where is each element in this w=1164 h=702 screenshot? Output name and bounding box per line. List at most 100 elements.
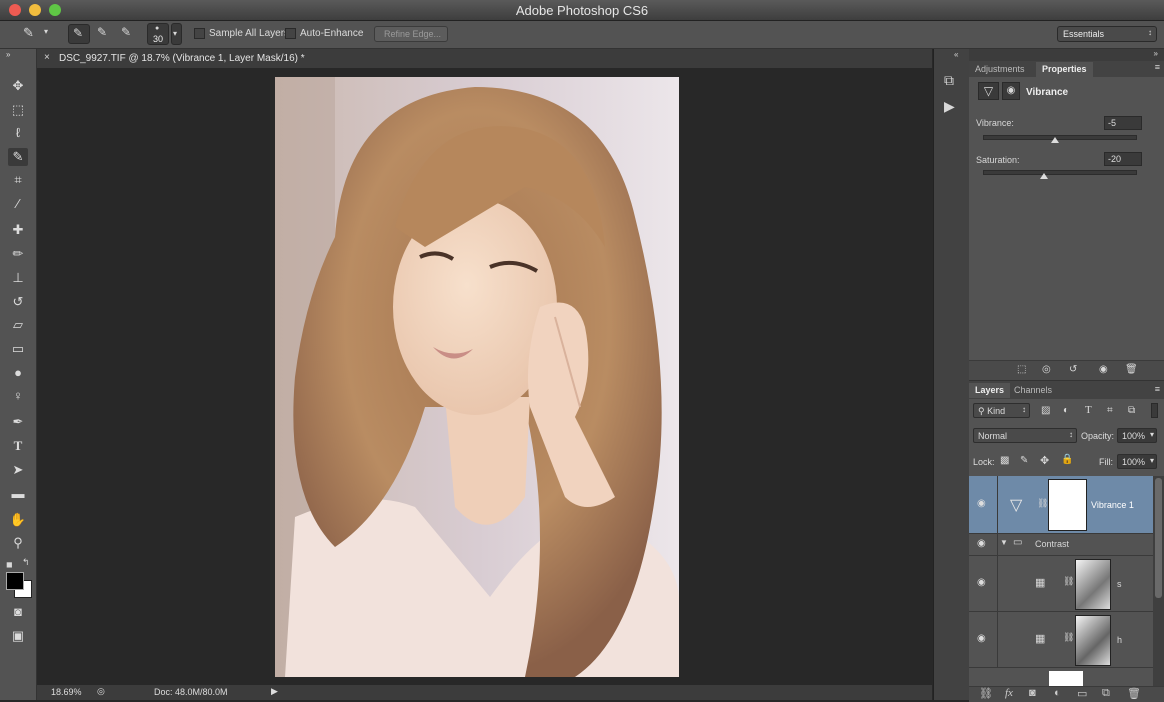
reset-icon[interactable]: ↺ (1069, 364, 1077, 375)
layers-scrollbar[interactable] (1153, 476, 1164, 687)
chain-link-icon[interactable]: ⛓ (1063, 576, 1074, 587)
refine-edge-button[interactable]: Refine Edge... (374, 26, 448, 42)
layer-name[interactable]: s (1117, 579, 1122, 589)
tab-properties[interactable]: Properties (1036, 62, 1093, 77)
visibility-eye-icon[interactable]: ◉ (977, 498, 986, 509)
new-layer-icon[interactable]: ⧉ (1102, 687, 1110, 700)
vibrance-slider[interactable] (983, 135, 1137, 140)
saturation-slider-thumb[interactable] (1039, 173, 1048, 179)
layer-name[interactable]: h (1117, 635, 1122, 645)
visibility-eye-icon[interactable]: ◉ (977, 633, 986, 644)
quick-selection-tool-icon[interactable]: ✎ (8, 148, 28, 166)
history-panel-icon[interactable]: ⧉ (944, 72, 954, 89)
actions-play-icon[interactable]: ▶ (944, 98, 955, 115)
layer-thumbnail[interactable] (1049, 671, 1083, 686)
vibrance-input[interactable]: -5 (1104, 116, 1142, 130)
quick-mask-icon[interactable]: ◙ (8, 603, 28, 621)
filter-toggle[interactable] (1151, 403, 1158, 418)
add-mask-icon[interactable]: ◙ (1029, 687, 1036, 699)
visibility-eye-icon[interactable]: ◉ (977, 538, 986, 549)
clone-stamp-tool-icon[interactable]: ⊥ (8, 269, 28, 287)
brush-tool-icon[interactable]: ✏ (8, 245, 28, 263)
scrollbar-thumb[interactable] (1155, 478, 1162, 598)
new-group-icon[interactable]: ▭ (1077, 687, 1087, 700)
layer-row-vibrance[interactable]: ◉ ▽ ⛓ Vibrance 1 (969, 476, 1153, 534)
panel-menu-icon[interactable]: ≡ (1155, 62, 1160, 72)
tab-adjustments[interactable]: Adjustments (969, 62, 1031, 77)
type-tool-icon[interactable]: T (8, 437, 28, 455)
chain-link-icon[interactable]: ⛓ (1037, 498, 1048, 509)
new-adjustment-icon[interactable]: ◐ (1054, 687, 1061, 699)
brush-size-dropdown[interactable]: ▾ (171, 23, 182, 45)
layer-row-s[interactable]: ◉ ▦ ⛓ s (969, 556, 1153, 612)
layer-style-fx-icon[interactable]: fx (1005, 687, 1013, 699)
tool-preset-picker[interactable]: ✎ ▾ (20, 24, 54, 44)
status-info-icon[interactable]: ◎ (97, 686, 105, 697)
tab-layers[interactable]: Layers (969, 383, 1011, 398)
lock-image-icon[interactable]: ✎ (1020, 455, 1028, 466)
screen-mode-icon[interactable]: ▣ (8, 627, 28, 645)
trash-icon[interactable]: 🗑 (1127, 687, 1141, 700)
layer-mask-thumbnail[interactable] (1075, 559, 1111, 610)
fill-input[interactable]: 100% ▾ (1117, 454, 1157, 469)
lock-all-icon[interactable]: 🔒 (1061, 454, 1073, 465)
history-brush-tool-icon[interactable]: ↺ (8, 293, 28, 311)
gradient-tool-icon[interactable]: ▭ (8, 340, 28, 358)
photo-canvas[interactable] (275, 77, 679, 677)
sample-all-layers-checkbox[interactable] (194, 28, 205, 39)
rectangle-tool-icon[interactable]: ▬ (8, 485, 28, 503)
status-menu-arrow-icon[interactable]: ▶ (271, 686, 278, 697)
zoom-tool-icon[interactable]: ⚲ (8, 534, 28, 552)
zoom-level[interactable]: 18.69% (51, 687, 82, 697)
saturation-slider[interactable] (983, 170, 1137, 175)
blur-tool-icon[interactable]: ● (8, 364, 28, 382)
layer-name[interactable]: Vibrance 1 (1091, 500, 1134, 510)
link-layers-icon[interactable]: ⛓ (979, 687, 993, 700)
filter-smart-object-icon[interactable]: ⧉ (1128, 405, 1135, 416)
view-previous-icon[interactable]: ◎ (1042, 364, 1051, 375)
close-document-icon[interactable]: × (44, 52, 50, 63)
layer-filter-kind[interactable]: ⚲ Kind ↕ (973, 403, 1030, 418)
disclosure-triangle-icon[interactable]: ▼ (1000, 538, 1008, 547)
chain-link-icon[interactable]: ⛓ (1063, 632, 1074, 643)
brush-size-picker[interactable]: ● 30 (147, 23, 169, 45)
blend-mode-select[interactable]: Normal ↕ (973, 428, 1077, 443)
workspace-switcher[interactable]: Essentials ↕ (1057, 26, 1157, 42)
visibility-eye-icon[interactable]: ◉ (1099, 364, 1108, 375)
document-tab[interactable]: × DSC_9927.TIF @ 18.7% (Vibrance 1, Laye… (37, 49, 932, 69)
auto-enhance-checkbox[interactable] (285, 28, 296, 39)
layer-name[interactable]: Contrast (1035, 539, 1069, 549)
canvas-area[interactable] (37, 68, 932, 685)
new-selection-button[interactable]: ✎ (68, 24, 90, 44)
tab-channels[interactable]: Channels (1008, 383, 1058, 398)
move-tool-icon[interactable]: ✥ (8, 77, 28, 95)
collapse-arrows-icon[interactable]: » (6, 50, 10, 59)
collapse-arrows-icon[interactable]: » (1154, 49, 1158, 58)
layer-mask-thumbnail[interactable] (1075, 615, 1111, 666)
layer-row-contrast-group[interactable]: ◉ ▼ ▭ Contrast (969, 534, 1153, 556)
mask-icon[interactable]: ◉ (1002, 82, 1020, 100)
vibrance-slider-thumb[interactable] (1051, 137, 1060, 143)
eyedropper-tool-icon[interactable]: ⁄ (8, 195, 28, 213)
lasso-tool-icon[interactable]: ℓ (8, 124, 28, 142)
dodge-tool-icon[interactable]: ♀ (8, 387, 28, 405)
eraser-tool-icon[interactable]: ▱ (8, 316, 28, 334)
lock-position-icon[interactable]: ✥ (1040, 454, 1049, 467)
layer-row-h[interactable]: ◉ ▦ ⛓ h (969, 612, 1153, 668)
pen-tool-icon[interactable]: ✒ (8, 413, 28, 431)
trash-icon[interactable]: 🗑 (1125, 364, 1138, 375)
path-selection-tool-icon[interactable]: ➤ (8, 461, 28, 479)
filter-pixel-icon[interactable]: ▨ (1041, 405, 1050, 416)
healing-brush-tool-icon[interactable]: ✚ (8, 221, 28, 239)
default-colors-icon[interactable]: ◼ (6, 560, 13, 569)
filter-shape-icon[interactable]: ⌗ (1107, 405, 1113, 416)
crop-tool-icon[interactable]: ⌗ (8, 171, 28, 189)
foreground-color-swatch[interactable] (6, 572, 24, 590)
swap-colors-icon[interactable]: ↰ (22, 557, 30, 568)
expand-arrows-icon[interactable]: « (954, 50, 958, 59)
hand-tool-icon[interactable]: ✋ (8, 511, 28, 529)
opacity-input[interactable]: 100% ▾ (1117, 428, 1157, 443)
panel-menu-icon[interactable]: ≡ (1155, 384, 1160, 394)
add-to-selection-button[interactable]: ✎ (93, 24, 115, 44)
layer-row-partial[interactable] (969, 668, 1153, 686)
